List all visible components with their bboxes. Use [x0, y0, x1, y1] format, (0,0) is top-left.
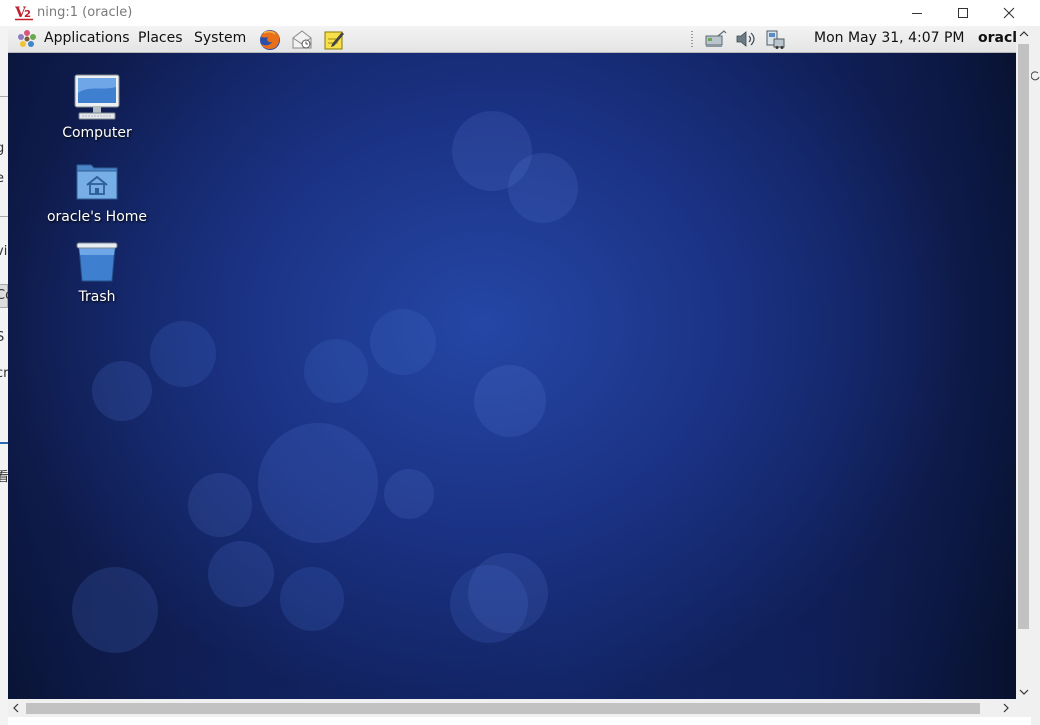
desktop-icon-trash[interactable]: Trash [42, 237, 152, 305]
background-text: cr [0, 366, 8, 381]
vnc-viewer-icon: V 2 [14, 4, 33, 21]
system-menu[interactable]: System [194, 30, 246, 46]
desktop-icon-label: Computer [62, 125, 132, 141]
wallpaper-bokeh [208, 541, 274, 607]
divider [0, 442, 8, 444]
places-menu[interactable]: Places [138, 30, 183, 46]
desktop[interactable]: Computer oracle's Home Trash [8, 53, 1016, 699]
scrollbar-corner [1016, 699, 1031, 717]
home-folder-icon [76, 164, 118, 200]
computer-icon [74, 74, 120, 120]
scroll-left-arrow-icon[interactable] [12, 703, 20, 716]
wallpaper-bokeh [468, 553, 548, 633]
applications-menu[interactable]: Applications [44, 30, 130, 46]
scroll-right-arrow-icon[interactable] [1002, 703, 1010, 716]
minimize-icon [912, 13, 922, 14]
volume-icon[interactable] [734, 28, 758, 50]
close-icon [1003, 7, 1015, 19]
gnome-top-panel: Applications Places System Mon May 31, 4… [8, 26, 1016, 53]
desktop-icon-home[interactable]: oracle's Home [42, 157, 152, 225]
divider [0, 216, 8, 217]
vertical-scrollbar[interactable] [1016, 26, 1031, 699]
window-title: ning:1 (oracle) [37, 5, 133, 20]
close-button[interactable] [986, 0, 1032, 26]
background-app-edge-right [1031, 26, 1040, 725]
wallpaper-bokeh [150, 321, 216, 387]
scroll-down-arrow-icon[interactable] [1019, 686, 1029, 699]
svg-text:2: 2 [24, 9, 31, 20]
horizontal-scrollbar[interactable] [8, 699, 1016, 717]
refresh-icon [1031, 71, 1040, 81]
mail-icon[interactable] [290, 28, 314, 52]
panel-handle[interactable] [690, 28, 694, 50]
minimize-button[interactable] [894, 0, 940, 26]
notes-icon[interactable] [322, 28, 346, 52]
maximize-icon [958, 8, 968, 18]
wallpaper-bokeh [384, 469, 434, 519]
background-text: Co [0, 288, 8, 303]
desktop-icon-label: Trash [78, 289, 116, 305]
background-text: g [0, 141, 5, 156]
maximize-button[interactable] [940, 0, 986, 26]
panel-user-name[interactable]: oracl [978, 30, 1016, 46]
desktop-icon-label: oracle's Home [46, 209, 148, 225]
wallpaper-bokeh [280, 567, 344, 631]
desktop-icon-computer[interactable]: Computer [42, 73, 152, 141]
background-text: e [0, 171, 4, 186]
firefox-icon[interactable] [258, 28, 282, 52]
wallpaper-bokeh [304, 339, 368, 403]
network-icon[interactable] [704, 28, 728, 50]
wallpaper-bokeh [258, 423, 378, 543]
panel-clock[interactable]: Mon May 31, 4:07 PM [814, 30, 965, 46]
scroll-up-arrow-icon[interactable] [1019, 28, 1029, 41]
vnc-viewer-window: V 2 ning:1 (oracle) g e vi Co S cr 看 [0, 0, 1040, 725]
wallpaper-bokeh [508, 153, 578, 223]
background-text: 看 [0, 470, 8, 485]
background-text: vi [0, 244, 8, 259]
update-notifier-icon[interactable] [764, 28, 788, 50]
background-text: S [0, 330, 5, 345]
wallpaper-bokeh [474, 365, 546, 437]
title-bar[interactable]: V 2 ning:1 (oracle) [0, 0, 1040, 26]
wallpaper-bokeh [188, 473, 252, 537]
gnome-foot-icon[interactable] [16, 28, 38, 50]
wallpaper-bokeh [72, 567, 158, 653]
wallpaper-bokeh [370, 309, 436, 375]
vertical-scrollbar-thumb[interactable] [1018, 44, 1029, 629]
wallpaper-bokeh [92, 361, 152, 421]
trash-icon [76, 242, 118, 282]
divider [0, 96, 8, 97]
horizontal-scrollbar-thumb[interactable] [26, 703, 980, 714]
background-app-edge: g e vi Co S cr 看 [0, 26, 8, 725]
